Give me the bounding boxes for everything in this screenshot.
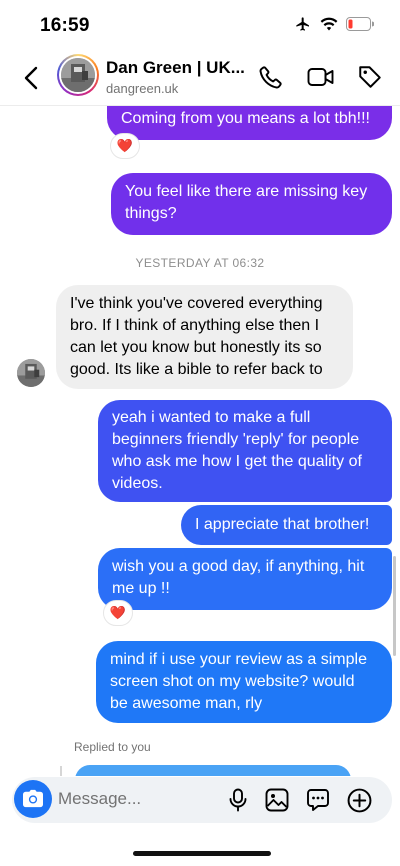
contact-name[interactable]: Dan Green | UK... (106, 58, 245, 78)
sticker-icon[interactable] (306, 788, 330, 817)
message-text: bro. If I think of anything else then I (70, 317, 320, 334)
message-text: who ask me how I get the quality of (112, 453, 362, 470)
message-text: yeah i wanted to make a full (112, 409, 311, 426)
plus-circle-icon[interactable] (347, 788, 372, 818)
heart-reaction-icon[interactable]: ❤️ (110, 133, 140, 159)
message-text: mind if i use your review as a simple (110, 651, 367, 668)
message-outgoing[interactable]: wish you a good day, if anything, hit me… (98, 548, 392, 610)
message-text: I appreciate that brother! (195, 516, 370, 533)
microphone-icon[interactable] (227, 788, 249, 817)
message-text: be awesome man, rly (110, 695, 263, 712)
status-icons (294, 16, 374, 32)
status-bar: 16:59 (0, 0, 400, 50)
chat-header: Dan Green | UK... dangreen.uk (0, 50, 400, 106)
camera-icon[interactable] (14, 780, 52, 818)
contact-handle[interactable]: dangreen.uk (106, 81, 178, 96)
message-text: me up !! (112, 580, 170, 597)
message-outgoing[interactable]: mind if i use your review as a simple sc… (96, 641, 392, 723)
phone-icon[interactable] (258, 64, 284, 95)
tag-icon[interactable] (357, 64, 383, 95)
message-text: can let you know but honestly its so (70, 339, 322, 356)
message-text: wish you a good day, if anything, hit (112, 558, 365, 575)
message-text: good. Its like a bible to refer back to (70, 361, 323, 378)
scrollbar[interactable] (393, 556, 396, 656)
message-text: screen shot on my website? would (110, 673, 355, 690)
battery-low-icon (346, 17, 374, 31)
reply-quote-bar (60, 766, 62, 776)
airplane-icon (294, 16, 312, 32)
message-outgoing[interactable]: I appreciate that brother! (181, 505, 392, 545)
replied-label: Replied to you (74, 740, 151, 754)
status-time: 16:59 (40, 15, 90, 36)
timestamp: YESTERDAY AT 06:32 (135, 256, 265, 270)
video-icon[interactable] (307, 64, 335, 95)
gallery-icon[interactable] (265, 788, 289, 817)
heart-reaction-icon[interactable]: ❤️ (103, 600, 133, 626)
sender-avatar[interactable] (17, 359, 45, 387)
message-incoming[interactable]: I've think you've covered everything bro… (56, 285, 353, 389)
reply-quote-bubble[interactable] (75, 765, 351, 776)
message-outgoing[interactable]: You feel like there are missing key thin… (111, 173, 392, 235)
message-composer (12, 777, 392, 823)
back-chevron-icon[interactable] (20, 64, 44, 92)
wifi-icon (320, 17, 338, 31)
message-input[interactable] (58, 786, 218, 812)
reaction-emoji: ❤️ (109, 605, 127, 620)
home-indicator[interactable] (133, 851, 271, 856)
message-text: You feel like there are missing key (125, 183, 368, 200)
message-thread[interactable]: Coming from you means a lot tbh!!! ❤️ Yo… (0, 106, 400, 776)
message-text: I've think you've covered everything (70, 295, 323, 312)
contact-avatar[interactable] (57, 54, 99, 96)
message-text: videos. (112, 475, 163, 492)
message-text: beginners friendly 'reply' for people (112, 431, 360, 448)
reaction-emoji: ❤️ (116, 138, 134, 153)
message-text: Coming from you means a lot tbh!!! (121, 110, 370, 127)
message-outgoing[interactable]: yeah i wanted to make a full beginners f… (98, 400, 392, 502)
message-outgoing[interactable]: Coming from you means a lot tbh!!! (107, 106, 392, 140)
message-text: things? (125, 205, 177, 222)
